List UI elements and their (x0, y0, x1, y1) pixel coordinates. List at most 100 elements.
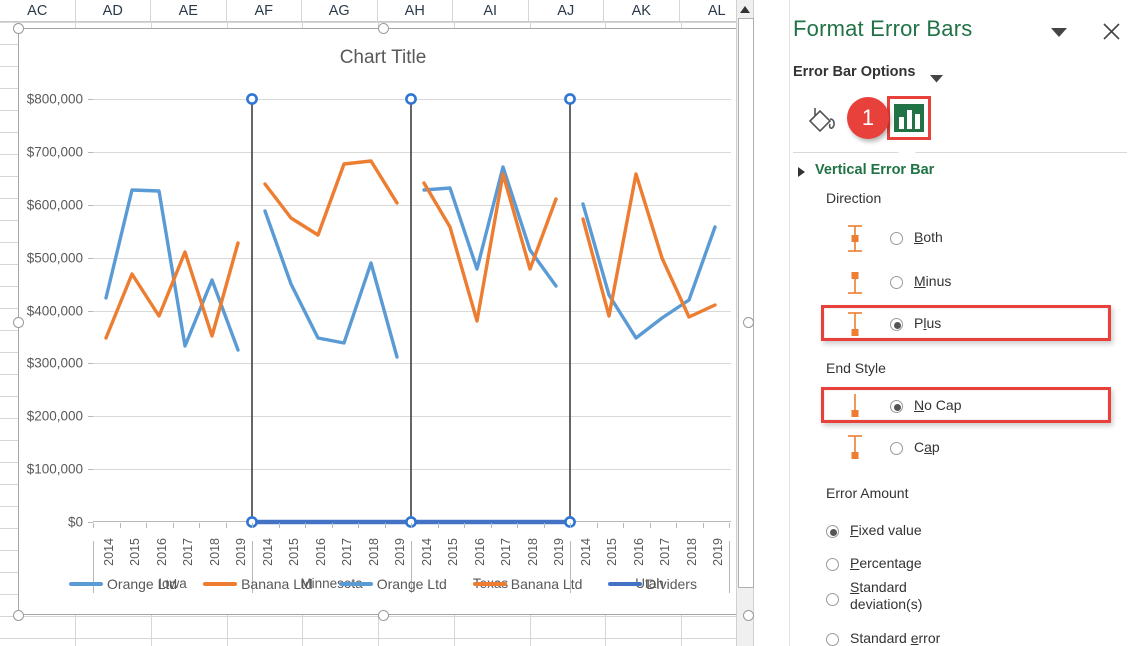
y-axis-label-800000: $800,000 (26, 91, 83, 107)
plot-area[interactable]: $800,000 $700,000 $600,000 $500,000 $400… (27, 92, 731, 530)
end-style-no-cap-label: No Cap (914, 397, 962, 413)
direction-minus-radio[interactable] (890, 276, 903, 289)
y-axis-label-700000: $700,000 (26, 144, 83, 160)
end-style-group-label: End Style (826, 360, 886, 376)
x-tick-label: 2018 (685, 538, 699, 566)
resize-handle-top-center[interactable] (378, 23, 389, 34)
direction-minus-option[interactable]: Minus (826, 266, 1121, 299)
direction-both-radio[interactable] (890, 232, 903, 245)
resize-handle-middle-right[interactable] (743, 317, 754, 328)
series-orange-ltd-line (422, 165, 558, 288)
direction-plus-option[interactable]: Plus (826, 308, 1121, 341)
chevron-down-icon[interactable] (930, 70, 943, 88)
chart-title[interactable]: Chart Title (19, 47, 747, 69)
resize-handle-bottom-left[interactable] (13, 610, 24, 621)
direction-both-label: Both (914, 229, 943, 245)
direction-both-option[interactable]: Both (826, 222, 1121, 255)
error-amount-standard-error-radio[interactable] (826, 633, 839, 646)
error-amount-fixed-value-label: Fixed value (850, 522, 922, 538)
error-amount-standard-deviation-radio[interactable] (826, 593, 839, 606)
error-amount-standard-deviation-option[interactable]: Standard deviation(s) (826, 578, 1121, 622)
divider-error-bar-top-marker (564, 93, 576, 105)
resize-handle-bottom-right[interactable] (743, 610, 754, 621)
y-axis-label-500000: $500,000 (26, 250, 83, 266)
divider-error-bar-top-marker (246, 93, 258, 105)
legend-label: Dividers (646, 576, 697, 592)
column-header-af[interactable]: AF (226, 0, 302, 21)
x-tick-label: 2019 (552, 538, 566, 566)
vertical-error-bar-section-header: Vertical Error Bar (815, 162, 935, 178)
scrollbar-thumb[interactable] (738, 18, 754, 588)
end-style-no-cap-option[interactable]: No Cap (826, 390, 1121, 423)
error-bar-no-cap-icon (842, 390, 868, 423)
error-bar-options-icon[interactable] (887, 96, 931, 140)
x-tick-label: 2019 (234, 538, 248, 566)
error-amount-percentage-label: Percentage (850, 555, 922, 571)
column-header-ag[interactable]: AG (302, 0, 378, 21)
legend-item[interactable]: Banana Ltd (203, 576, 313, 592)
y-axis-label-0: $0 (67, 514, 83, 530)
legend-item[interactable]: Orange Ltd (69, 576, 177, 592)
app-root: AC AD AE AF AG AH AI AJ AK AL Chart Titl… (0, 0, 1129, 646)
column-header-ae[interactable]: AE (151, 0, 227, 21)
pane-icon-tab-row: 1 (790, 95, 1129, 147)
legend-swatch-icon (608, 582, 643, 586)
legend-label: Orange Ltd (376, 576, 447, 592)
column-header-ac[interactable]: AC (0, 0, 76, 21)
direction-plus-radio[interactable] (890, 318, 903, 331)
chevron-down-icon[interactable] (1048, 22, 1070, 44)
legend-item[interactable]: Banana Ltd (472, 576, 582, 592)
error-amount-percentage-option[interactable]: Percentage (826, 548, 1121, 581)
legend-item[interactable]: Dividers (608, 576, 697, 592)
resize-handle-top-left[interactable] (13, 23, 24, 34)
resize-handle-bottom-center[interactable] (378, 610, 389, 621)
close-icon[interactable] (1098, 18, 1124, 44)
column-header-row: AC AD AE AF AG AH AI AJ AK AL (0, 0, 754, 22)
end-style-cap-option[interactable]: Cap (826, 432, 1121, 465)
error-amount-group-label: Error Amount (826, 485, 909, 501)
error-amount-percentage-radio[interactable] (826, 558, 839, 571)
column-header-ak[interactable]: AK (604, 0, 680, 21)
column-header-aj[interactable]: AJ (528, 0, 604, 21)
x-tick-label: 2017 (658, 538, 672, 566)
resize-handle-middle-left[interactable] (13, 317, 24, 328)
series-banana-ltd-line (581, 172, 717, 319)
series-orange-ltd-line (581, 202, 717, 340)
end-style-cap-label: Cap (914, 439, 940, 455)
spreadsheet-area: AC AD AE AF AG AH AI AJ AK AL Chart Titl… (0, 0, 789, 646)
x-tick-label: 2016 (632, 538, 646, 566)
error-bar-options-label[interactable]: Error Bar Options (793, 64, 915, 80)
error-amount-fixed-value-option[interactable]: Fixed value (826, 515, 1121, 548)
scroll-up-arrow-icon[interactable] (737, 1, 753, 18)
pane-tab-notch (898, 145, 916, 153)
legend-swatch-icon (472, 582, 507, 586)
error-amount-fixed-value-radio[interactable] (826, 525, 839, 538)
collapse-triangle-icon[interactable] (798, 167, 805, 177)
x-tick-label: 2017 (499, 538, 513, 566)
legend-item[interactable]: Orange Ltd (338, 576, 447, 592)
paint-bucket-icon[interactable] (802, 99, 840, 137)
series-banana-ltd-line (422, 172, 558, 323)
x-tick-label: 2014 (579, 538, 593, 566)
x-tick-label: 2017 (181, 538, 195, 566)
x-tick-label: 2015 (287, 538, 301, 566)
end-style-cap-radio[interactable] (890, 442, 903, 455)
column-header-ad[interactable]: AD (75, 0, 151, 21)
x-tick-label: 2017 (340, 538, 354, 566)
end-style-no-cap-radio[interactable] (890, 400, 903, 413)
legend-label: Orange Ltd (107, 576, 178, 592)
x-tick-label: 2015 (446, 538, 460, 566)
chart-legend[interactable]: Orange Ltd Banana Ltd Orange Ltd Banana … (19, 576, 747, 592)
x-tick-label: 2016 (473, 538, 487, 566)
x-tick-label: 2016 (155, 538, 169, 566)
y-axis-label-200000: $200,000 (26, 408, 83, 424)
error-amount-standard-error-label: Standard error (850, 630, 941, 646)
column-header-ah[interactable]: AH (377, 0, 453, 21)
column-header-ai[interactable]: AI (453, 0, 529, 21)
x-tick-label: 2014 (420, 538, 434, 566)
x-tick-label: 2018 (208, 538, 222, 566)
chart-object[interactable]: Chart Title $800,000 $700,000 $600,000 $… (13, 23, 754, 621)
chart-series-lines (104, 93, 717, 528)
legend-label: Banana Ltd (241, 576, 313, 592)
error-amount-standard-error-option[interactable]: Standard error (826, 623, 1121, 646)
